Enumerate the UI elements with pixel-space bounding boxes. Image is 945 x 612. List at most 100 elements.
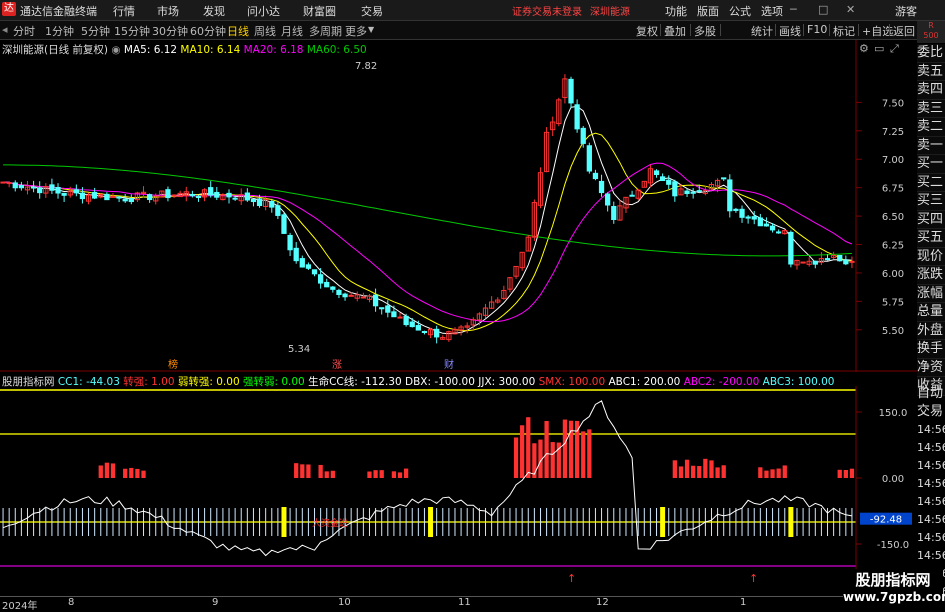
indicator-chart[interactable]: 300.0150.00.00-150.0-300.0-92.48 大资金进↑↑ xyxy=(0,386,917,596)
tab-30min[interactable]: 30分钟 xyxy=(152,23,188,39)
sidebar-item[interactable]: 净资 xyxy=(917,358,945,377)
sidebar-item[interactable]: 买三 xyxy=(917,192,945,211)
tab-monthly[interactable]: 月线 xyxy=(281,23,303,39)
menu-function[interactable]: 功能 xyxy=(665,3,687,19)
tab-multi-period[interactable]: 多周期 xyxy=(309,23,342,39)
maximize-icon[interactable]: □ xyxy=(818,3,828,16)
candle-body xyxy=(165,189,171,199)
app-title: 通达信金融终端 xyxy=(20,5,97,18)
candle-body xyxy=(92,191,98,199)
current-value-label: -92.48 xyxy=(870,515,902,526)
time-entry: 14:56 xyxy=(917,513,945,526)
candle-body xyxy=(611,205,617,221)
candle-body xyxy=(208,187,214,196)
overlay-button[interactable]: 叠加 xyxy=(664,23,686,39)
sidebar-item[interactable]: 买二 xyxy=(917,173,945,192)
tab-more[interactable]: 更多 xyxy=(345,23,367,39)
histogram-bar xyxy=(849,468,855,478)
menu-layout[interactable]: 版面 xyxy=(697,3,719,19)
sidebar-item[interactable]: 买一 xyxy=(917,155,945,174)
mark-button[interactable]: 标记 xyxy=(833,23,855,39)
candle-body xyxy=(281,214,287,234)
ind-tick-label: 0.00 xyxy=(882,474,904,485)
menu-quotes[interactable]: 行情 xyxy=(113,3,135,19)
menu-ask[interactable]: 问小达 xyxy=(247,3,280,19)
histogram-bar xyxy=(324,471,329,478)
candle-body xyxy=(79,192,86,200)
toolbar-divider xyxy=(690,24,691,36)
menu-market[interactable]: 市场 xyxy=(157,3,179,19)
time-label: 1 xyxy=(740,597,747,608)
menu-wealth[interactable]: 财富圈 xyxy=(303,3,336,19)
price-tick-label: 5.50 xyxy=(882,326,904,337)
menu-trade[interactable]: 交易 xyxy=(361,3,383,19)
ma10-line xyxy=(3,132,852,332)
candle-body xyxy=(305,264,312,269)
histogram-bar xyxy=(843,469,848,478)
time-label: 12 xyxy=(596,597,609,608)
menu-options[interactable]: 选项 xyxy=(761,3,783,19)
tab-daily[interactable]: 日线 xyxy=(227,23,249,39)
candle-body xyxy=(403,315,409,326)
sidebar-item[interactable]: 换手 xyxy=(917,340,945,359)
candle-body xyxy=(6,182,12,185)
candle-body xyxy=(171,194,177,197)
draw-button[interactable]: 画线 xyxy=(779,23,801,39)
histogram-bar xyxy=(98,465,103,478)
candle-body xyxy=(727,179,733,212)
histogram-bar xyxy=(300,464,305,478)
f10-button[interactable]: F10 xyxy=(807,23,827,36)
multi-stock-button[interactable]: 多股 xyxy=(694,23,716,39)
more-chevron-icon[interactable]: ▼ xyxy=(368,25,374,34)
candlestick-chart[interactable]: 7.50 7.25 7.00 6.75 6.50 6.25 6.00 5.75 5.50 7.8… xyxy=(0,40,917,372)
histogram-bar xyxy=(373,470,378,478)
sidebar-item[interactable]: 买四 xyxy=(917,210,945,229)
candle-body xyxy=(379,307,385,310)
sidebar-item[interactable]: 总量 xyxy=(917,303,945,322)
candle-body xyxy=(690,191,696,194)
sidebar-item[interactable]: 涨幅 xyxy=(917,284,945,303)
tab-weekly[interactable]: 周线 xyxy=(254,23,276,39)
auto-trade-label[interactable]: 自动 xyxy=(917,385,945,403)
sidebar-item[interactable]: 卖一 xyxy=(917,136,945,155)
period-toolbar: ◂ 分时 1分钟 5分钟 15分钟 30分钟 60分钟 日线 周线 月线 多周期… xyxy=(0,21,945,40)
close-icon[interactable]: ✕ xyxy=(846,3,855,16)
menu-formula[interactable]: 公式 xyxy=(729,3,751,19)
stats-button[interactable]: 统计 xyxy=(751,23,773,39)
login-notice[interactable]: 证券交易未登录 xyxy=(512,3,582,18)
sidebar-item[interactable]: 委比 xyxy=(917,44,945,63)
tab-15min[interactable]: 15分钟 xyxy=(114,23,150,39)
sidebar-item[interactable]: 卖五 xyxy=(917,62,945,81)
sidebar-item[interactable]: 买五 xyxy=(917,229,945,248)
tab-tick[interactable]: 分时 xyxy=(13,23,35,39)
auto-trade-label[interactable]: 交易 xyxy=(917,403,945,421)
sidebar-item[interactable]: 卖四 xyxy=(917,81,945,100)
adjust-button[interactable]: 复权 xyxy=(636,23,658,39)
candle-body xyxy=(684,190,690,195)
histogram-bar xyxy=(367,471,372,478)
minimize-icon[interactable]: ─ xyxy=(790,3,797,16)
candle-body xyxy=(30,186,37,189)
histogram-bar xyxy=(520,425,525,478)
time-entry: 14:56 xyxy=(917,495,945,508)
back-button[interactable]: 返回 xyxy=(893,23,915,39)
histogram-bar xyxy=(691,465,696,478)
toolbar-toggle-icon[interactable]: ◂ xyxy=(2,23,8,36)
tab-1min[interactable]: 1分钟 xyxy=(45,23,74,39)
histogram-bar xyxy=(141,470,146,478)
sidebar-item[interactable]: 外盘 xyxy=(917,321,945,340)
watermark-url: www.7gpzb.com xyxy=(843,590,945,604)
histogram-bar xyxy=(129,467,134,478)
menu-discover[interactable]: 发现 xyxy=(203,3,225,19)
toolbar-divider xyxy=(889,24,890,36)
sidebar-item[interactable]: 卖三 xyxy=(917,99,945,118)
guest-label[interactable]: 游客 xyxy=(895,3,917,19)
tab-5min[interactable]: 5分钟 xyxy=(81,23,110,39)
sidebar-item[interactable]: 卖二 xyxy=(917,118,945,137)
time-label: 11 xyxy=(458,597,471,608)
candle-body xyxy=(317,274,324,284)
sidebar-item[interactable]: 现价 xyxy=(917,247,945,266)
tab-60min[interactable]: 60分钟 xyxy=(190,23,226,39)
histogram-bar xyxy=(715,467,720,478)
sidebar-item[interactable]: 涨跌 xyxy=(917,266,945,285)
